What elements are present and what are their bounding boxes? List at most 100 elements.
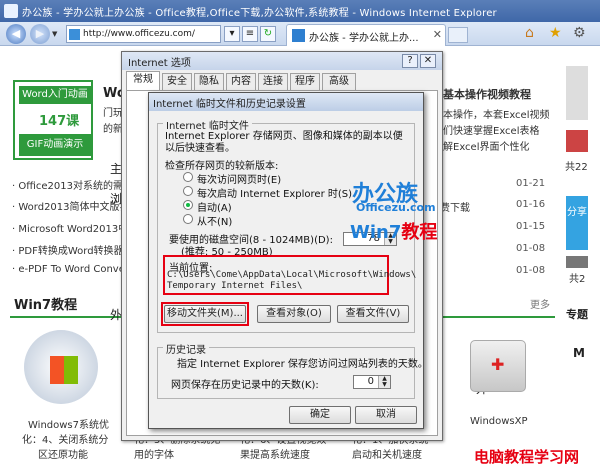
forward-arrow-icon[interactable]: ▶ [30,24,50,44]
new-tab-button[interactable] [448,27,468,43]
caption-line[interactable]: 化：4、关闭系统分 [22,431,108,446]
radio-label: 从不(N) [197,217,233,228]
rss-icon[interactable]: ≡ [242,26,258,42]
right-count: 共22 [565,162,588,173]
group-label: Internet 临时文件 [163,117,252,132]
ie-logo-icon [4,4,18,18]
summary-line: 的新 [103,124,123,135]
windowsxp-thumbnail[interactable]: ✚ [470,340,526,392]
radio-label: 每次启动 Internet Explorer 时(S) [197,189,353,200]
caption-line[interactable]: WindowsXP [470,416,528,427]
tab-general[interactable]: 常规 [126,71,160,90]
list-item[interactable]: · PDF转换成Word转换器V [12,242,122,260]
radio-label: 每次访问网页时(E) [197,175,282,186]
browser-tab[interactable]: 办公族 - 学办公就上办... ✕ [286,24,446,46]
view-files-button[interactable]: 查看文件(V) [337,305,409,323]
card-count: 147课 [39,114,80,129]
caption-line[interactable]: 用的字体 [134,446,174,461]
caption-line[interactable]: 区还原功能 [38,446,88,461]
tab-content[interactable]: 内容 [226,73,256,90]
tab-privacy[interactable]: 隐私 [194,73,224,90]
radio-automatic[interactable] [183,200,193,210]
list-date: 01-16 [516,199,546,210]
temp-description: Internet Explorer 存储网页、图像和媒体的副本以便以后快速查看。 [165,131,403,154]
brand-win7: Win7 [350,222,402,243]
tab-connections[interactable]: 连接 [258,73,288,90]
history-days-value: 0 [367,376,374,387]
first-aid-icon: ✚ [491,355,505,374]
home-icon[interactable]: ⌂ [525,25,543,43]
list-date: 01-21 [516,178,546,189]
radio-every-start[interactable] [183,186,193,196]
topic-tab[interactable]: 专题 [566,306,588,322]
site-favicon-icon [69,29,80,40]
location-path-line: Temporary Internet Files\ [167,281,303,291]
gear-icon[interactable]: ⚙ [573,25,591,43]
caption-line[interactable]: Windows7系统优 [28,416,109,431]
brand-domain: Officezu.com [356,201,436,214]
spin-arrows-icon[interactable]: ▲ ▼ [378,376,390,388]
thumbnail[interactable] [566,66,588,120]
radio-every-visit[interactable] [183,172,193,182]
radio-label: 自动(A) [197,203,232,214]
help-icon[interactable]: ? [402,54,418,68]
group-label: 历史记录 [163,341,209,356]
ok-button[interactable]: 确定 [289,406,351,424]
thumbnail[interactable] [566,256,588,268]
history-dropdown-icon[interactable]: ▼ [52,30,57,38]
section-title: Win7教程 [14,298,78,313]
windows7-thumbnail[interactable] [24,330,98,404]
radio-never[interactable] [183,214,193,224]
card-title: Word入门动画 [19,86,91,104]
refresh-icon[interactable]: ↻ [260,26,276,42]
brand-tutorial: 教程 [401,222,438,243]
share-button[interactable]: 分享 [566,196,588,250]
temp-files-dialog: Internet 临时文件和历史记录设置 Internet 临时文件 Inter… [148,92,428,429]
check-label: 检查所存网页的较新版本: [165,161,279,172]
history-description: 指定 Internet Explorer 保存您访问过网站列表的天数。 [177,359,428,370]
address-bar[interactable]: http://www.officezu.com/ [66,25,221,43]
list-item[interactable]: · Word2013简体中文版界 [12,198,122,216]
excel-course-heading[interactable]: 基本操作视频教程 [443,86,531,102]
caption-line[interactable]: 果提高系统速度 [240,446,310,461]
list-item[interactable]: · Office2013对系统的需求 [12,177,122,195]
location-path-line: C:\Users\Come\AppData\Local\Microsoft\Wi… [167,270,417,280]
tab-programs[interactable]: 程序 [290,73,320,90]
compat-view-icon[interactable]: ▾ [224,26,240,42]
dialog-title: Internet 临时文件和历史记录设置 [153,99,306,110]
course-desc-line: 们快速掌握Excel表格 [443,126,540,137]
navigation-bar: ◀ ▶ ▼ http://www.officezu.com/ ▾ ≡ ↻ ✕ 办… [0,22,600,46]
download-link[interactable]: 费下载 [440,199,470,214]
article-summary: 门玩 的新 [103,106,123,138]
window-titlebar: 办公族 - 学办公就上办公族 - Office教程,Office下载,办公软件,… [0,0,600,22]
history-days-stepper[interactable]: 0 ▲ ▼ [353,375,391,389]
more-link[interactable]: 更多 [530,296,550,311]
dialog-title: Internet 选项 [128,58,191,69]
list-date: 01-08 [516,243,546,254]
close-tab-icon[interactable]: ✕ [433,28,442,41]
tab-advanced[interactable]: 高级 [322,73,356,90]
favorites-star-icon[interactable]: ★ [549,25,567,43]
address-text: http://www.officezu.com/ [83,29,195,39]
caption-line[interactable]: 启动和关机速度 [352,446,422,461]
tab-security[interactable]: 安全 [162,73,192,90]
course-desc-line: 解Excel界面个性化 [443,142,530,153]
move-folder-button[interactable]: 移动文件夹(M)... [164,305,246,323]
close-icon[interactable]: ✕ [420,54,436,68]
right-count: 共2 [569,274,586,285]
thumbnail[interactable] [566,130,588,152]
list-item[interactable]: · e-PDF To Word Conver [12,264,122,282]
course-desc-line: 本操作，本套Excel视频 [443,110,550,121]
view-objects-button[interactable]: 查看对象(O) [257,305,331,323]
history-days-label: 网页保存在历史记录中的天数(K): [171,380,319,391]
list-date: 01-08 [516,265,546,276]
back-arrow-icon[interactable]: ◀ [6,24,26,44]
side-letter: M [573,346,585,360]
tab-favicon-icon [292,29,305,42]
cancel-button[interactable]: 取消 [355,406,417,424]
dialog-titlebar: Internet 临时文件和历史记录设置 [149,93,423,111]
dialog-titlebar: Internet 选项 ? ✕ [122,52,442,70]
list-item[interactable]: · Microsoft Word2013中 [12,220,122,238]
word-course-card[interactable]: Word入门动画 147课 GIF动画演示 [13,80,93,160]
list-date: 01-15 [516,221,546,232]
